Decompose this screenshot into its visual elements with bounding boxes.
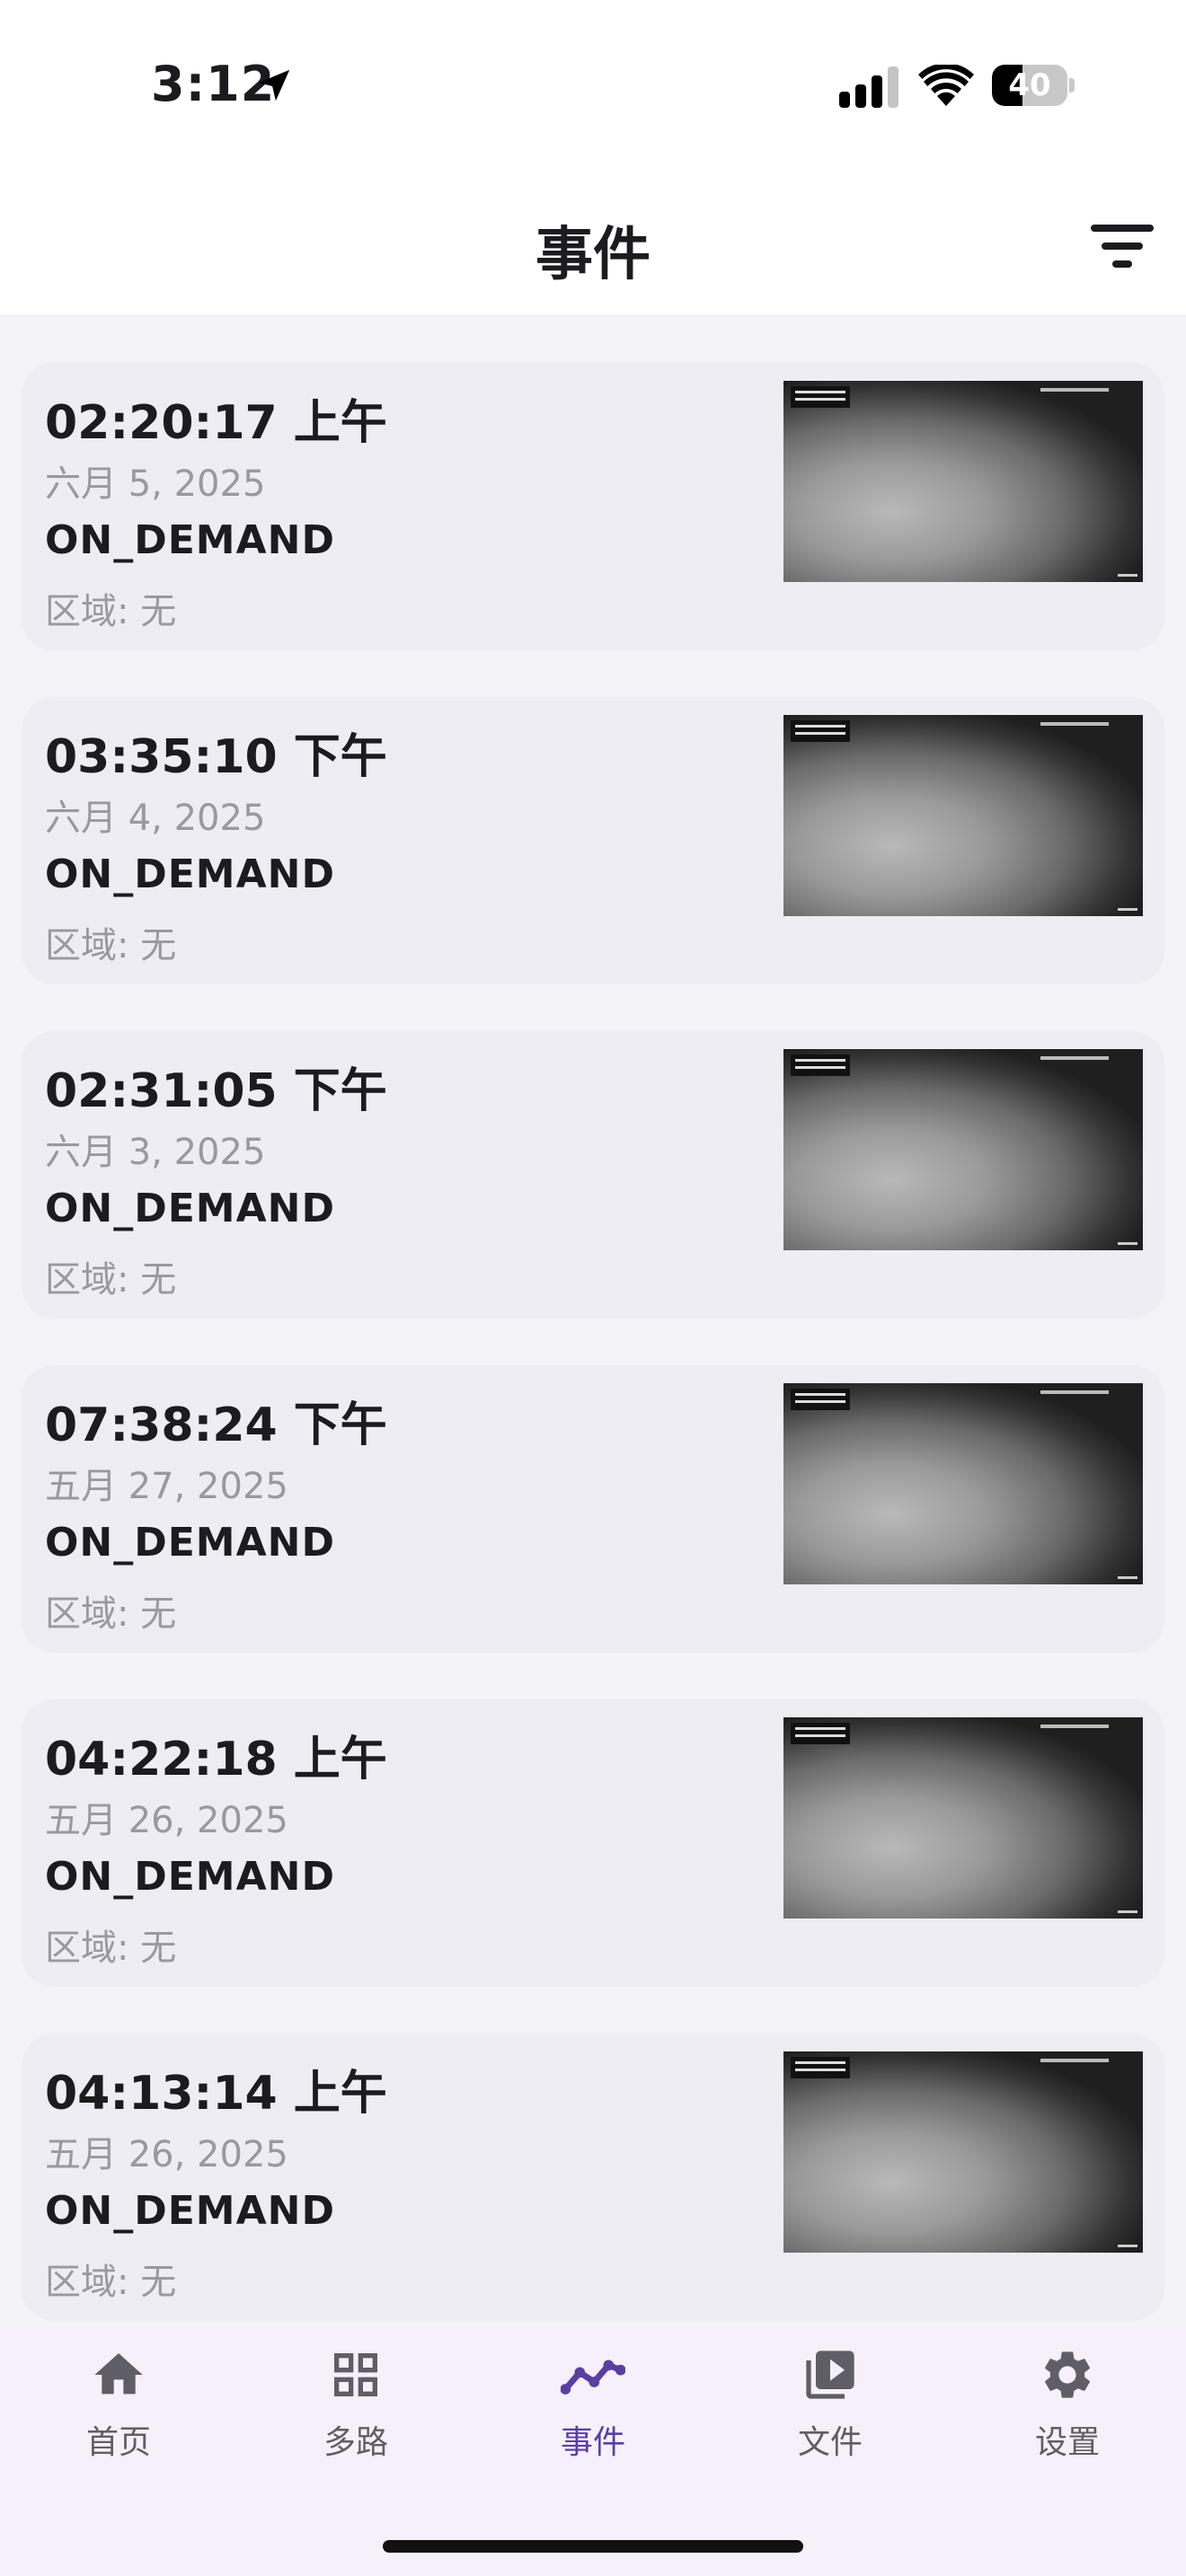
battery-indicator: 40 <box>992 65 1075 106</box>
page-title: 事件 <box>535 222 651 288</box>
event-date: 六月 5, 2025 <box>45 463 266 505</box>
event-zone: 区域: 无 <box>45 1259 177 1301</box>
location-arrow-icon <box>258 69 290 101</box>
event-card[interactable]: 03:35:10 下午 六月 4, 2025 ON_DEMAND 区域: 无 <box>22 697 1164 984</box>
event-zone: 区域: 无 <box>45 1593 177 1635</box>
event-thumbnail[interactable] <box>783 1717 1143 1919</box>
tab-label: 事件 <box>560 2424 625 2461</box>
event-card[interactable]: 04:13:14 上午 五月 26, 2025 ON_DEMAND 区域: 无 <box>22 2033 1164 2321</box>
battery-percent: 40 <box>1008 67 1051 103</box>
gear-icon <box>1045 2351 1090 2398</box>
event-date: 六月 3, 2025 <box>45 1132 266 1173</box>
status-bar: 3:12 40 <box>0 0 1186 171</box>
event-thumbnail[interactable] <box>783 1049 1143 1250</box>
tab-label: 首页 <box>85 2424 151 2461</box>
event-card[interactable]: 04:22:18 上午 五月 26, 2025 ON_DEMAND 区域: 无 <box>22 1699 1164 1987</box>
event-card[interactable]: 07:38:24 下午 五月 27, 2025 ON_DEMAND 区域: 无 <box>22 1365 1164 1653</box>
event-time: 02:31:05 下午 <box>45 1064 387 1118</box>
app-header: 事件 <box>0 171 1186 314</box>
tab-home[interactable]: 首页 <box>29 2346 208 2490</box>
event-thumbnail[interactable] <box>783 715 1143 916</box>
home-indicator <box>383 2540 803 2553</box>
event-time: 04:22:18 上午 <box>45 1733 387 1786</box>
tab-files[interactable]: 文件 <box>740 2346 920 2490</box>
event-thumbnail[interactable] <box>783 1383 1143 1584</box>
filter-icon[interactable] <box>1091 219 1154 273</box>
tab-settings[interactable]: 设置 <box>978 2346 1157 2490</box>
event-time: 04:13:14 上午 <box>45 2067 387 2121</box>
grid-icon <box>334 2353 377 2396</box>
event-zone: 区域: 无 <box>45 925 177 966</box>
event-card[interactable]: 02:20:17 上午 六月 5, 2025 ON_DEMAND 区域: 无 <box>22 363 1164 650</box>
event-zone: 区域: 无 <box>45 591 177 632</box>
event-type: ON_DEMAND <box>45 851 335 897</box>
event-date: 五月 26, 2025 <box>45 1800 288 1841</box>
event-thumbnail[interactable] <box>783 2051 1143 2253</box>
tab-label: 多路 <box>323 2424 388 2461</box>
event-type: ON_DEMAND <box>45 1186 335 1231</box>
event-zone: 区域: 无 <box>45 1928 177 1969</box>
event-list[interactable]: 02:20:17 上午 六月 5, 2025 ON_DEMAND 区域: 无 0… <box>0 316 1186 2328</box>
cellular-signal-icon <box>839 66 898 108</box>
event-time: 02:20:17 上午 <box>45 396 387 450</box>
event-date: 六月 4, 2025 <box>45 798 266 839</box>
tab-label: 文件 <box>797 2424 863 2461</box>
tab-multiview[interactable]: 多路 <box>266 2346 446 2490</box>
event-type: ON_DEMAND <box>45 517 335 563</box>
event-date: 五月 26, 2025 <box>45 2134 288 2175</box>
event-zone: 区域: 无 <box>45 2262 177 2303</box>
event-type: ON_DEMAND <box>45 1520 335 1566</box>
tab-label: 设置 <box>1034 2424 1100 2461</box>
event-time: 07:38:24 下午 <box>45 1398 387 1452</box>
event-thumbnail[interactable] <box>783 381 1143 582</box>
event-type: ON_DEMAND <box>45 1854 335 1900</box>
wifi-icon <box>918 65 974 106</box>
video-library-icon <box>806 2351 854 2399</box>
event-date: 五月 27, 2025 <box>45 1466 288 1507</box>
event-time: 03:35:10 下午 <box>45 730 387 784</box>
events-chart-icon <box>561 2360 625 2395</box>
event-type: ON_DEMAND <box>45 2188 335 2234</box>
home-icon <box>94 2353 143 2395</box>
tab-events[interactable]: 事件 <box>503 2346 683 2490</box>
bottom-tab-bar: 首页 多路 事件 文件 设置 <box>0 2328 1186 2576</box>
event-card[interactable]: 02:31:05 下午 六月 3, 2025 ON_DEMAND 区域: 无 <box>22 1031 1164 1319</box>
